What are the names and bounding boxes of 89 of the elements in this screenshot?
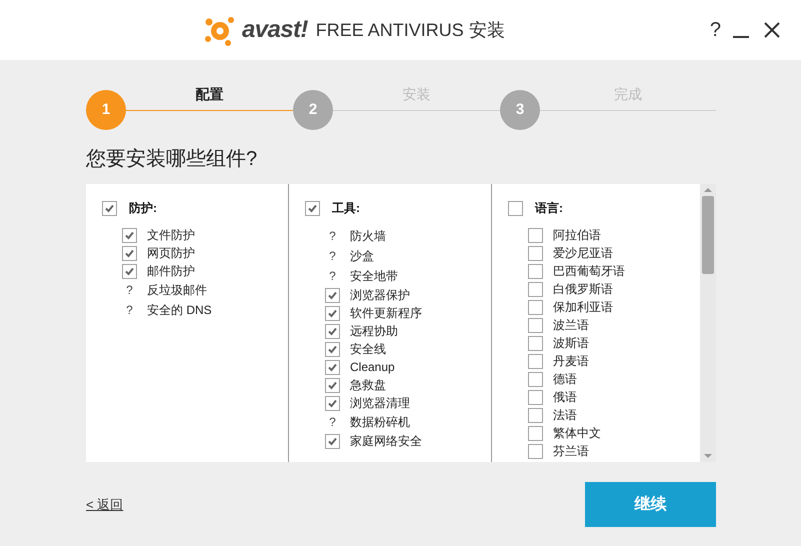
check-icon <box>327 308 338 318</box>
check-icon <box>327 362 338 372</box>
check-icon <box>327 398 338 408</box>
checkbox[interactable] <box>325 342 340 356</box>
option-label: Cleanup <box>350 359 395 376</box>
option-label: 浏览器清理 <box>350 395 410 412</box>
check-icon <box>327 344 338 354</box>
back-link[interactable]: < 返回 <box>86 494 124 514</box>
checkbox[interactable] <box>325 288 340 302</box>
checkbox[interactable] <box>325 378 340 392</box>
question-mark: ? <box>328 414 337 431</box>
checkbox[interactable] <box>122 228 137 242</box>
option-label: 白俄罗斯语 <box>553 281 613 298</box>
group-title: 语言: <box>535 200 563 217</box>
checkbox[interactable] <box>528 408 543 422</box>
checkbox[interactable] <box>325 396 340 410</box>
brand-name: avast! <box>242 15 308 45</box>
checkbox[interactable] <box>102 200 117 216</box>
option-label: 远程协助 <box>350 323 398 340</box>
option-label: 安全的 DNS <box>147 302 212 319</box>
section-heading: 您要安装哪些组件? <box>86 147 258 172</box>
option-label: 防火墙 <box>350 228 386 245</box>
check-icon <box>327 436 338 446</box>
option-label: 繁体中文 <box>553 425 601 442</box>
scroll-thumb[interactable] <box>702 196 714 274</box>
splash-logo-icon <box>204 14 236 46</box>
checkbox[interactable] <box>528 336 543 350</box>
question-mark: ? <box>125 302 134 319</box>
option-label: 沙盒 <box>350 248 374 265</box>
question-mark: ? <box>328 228 337 245</box>
close-button[interactable] <box>763 21 781 39</box>
group-title: 防护: <box>129 200 157 217</box>
checkbox[interactable] <box>325 306 340 320</box>
checkbox[interactable] <box>528 300 543 314</box>
checkbox[interactable] <box>528 246 543 260</box>
check-icon <box>124 230 135 240</box>
option-label: 安全线 <box>350 341 386 358</box>
checkbox[interactable] <box>325 434 340 448</box>
scrollbar[interactable] <box>700 184 716 462</box>
option-label: 波斯语 <box>553 335 589 352</box>
checkbox[interactable] <box>528 426 543 440</box>
checkbox[interactable] <box>508 200 523 216</box>
option-label: 爱沙尼亚语 <box>553 245 613 262</box>
question-mark: ? <box>328 248 337 265</box>
option-label: 软件更新程序 <box>350 305 422 322</box>
checkbox[interactable] <box>528 264 543 278</box>
check-icon <box>104 202 115 214</box>
option-label: 俄语 <box>553 389 577 406</box>
option-label: 急救盘 <box>350 377 386 394</box>
checkbox[interactable] <box>528 390 543 404</box>
checkbox[interactable] <box>528 372 543 386</box>
check-icon <box>327 380 338 390</box>
group-title: 工具: <box>332 200 360 217</box>
check-icon <box>124 248 135 258</box>
help-button[interactable]: ? <box>710 20 721 40</box>
option-label: 丹麦语 <box>553 353 589 370</box>
option-label: 巴西葡萄牙语 <box>553 263 625 280</box>
option-label: 浏览器保护 <box>350 287 410 304</box>
checkbox[interactable] <box>528 228 543 242</box>
question-mark: ? <box>125 282 134 299</box>
checkbox[interactable] <box>122 264 137 278</box>
checkbox[interactable] <box>528 444 543 458</box>
question-mark: ? <box>328 268 337 285</box>
window-title: FREE ANTIVIRUS 安装 <box>316 18 505 42</box>
option-label: 波兰语 <box>553 317 589 334</box>
option-label: 家庭网络安全 <box>350 433 422 450</box>
checkbox[interactable] <box>325 324 340 338</box>
option-label: 反垃圾邮件 <box>147 282 207 299</box>
check-icon <box>327 290 338 300</box>
check-icon <box>307 202 318 214</box>
check-icon <box>327 326 338 336</box>
option-label: 数据粉碎机 <box>350 414 410 431</box>
option-label: 邮件防护 <box>147 263 195 280</box>
checkbox[interactable] <box>305 200 320 216</box>
option-label: 保加利亚语 <box>553 299 613 316</box>
option-label: 芬兰语 <box>553 443 589 460</box>
step-label: 配置 <box>196 84 224 104</box>
option-label: 法语 <box>553 407 577 424</box>
checkbox[interactable] <box>122 246 137 260</box>
checkbox[interactable] <box>528 282 543 296</box>
option-label: 文件防护 <box>147 227 195 244</box>
option-label: 网页防护 <box>147 245 195 262</box>
checkbox[interactable] <box>528 354 543 368</box>
option-label: 安全地带 <box>350 268 398 285</box>
option-label: 阿拉伯语 <box>553 227 601 244</box>
check-icon <box>124 266 135 276</box>
option-label: 德语 <box>553 371 577 388</box>
checkbox[interactable] <box>528 318 543 332</box>
checkbox[interactable] <box>325 360 340 374</box>
